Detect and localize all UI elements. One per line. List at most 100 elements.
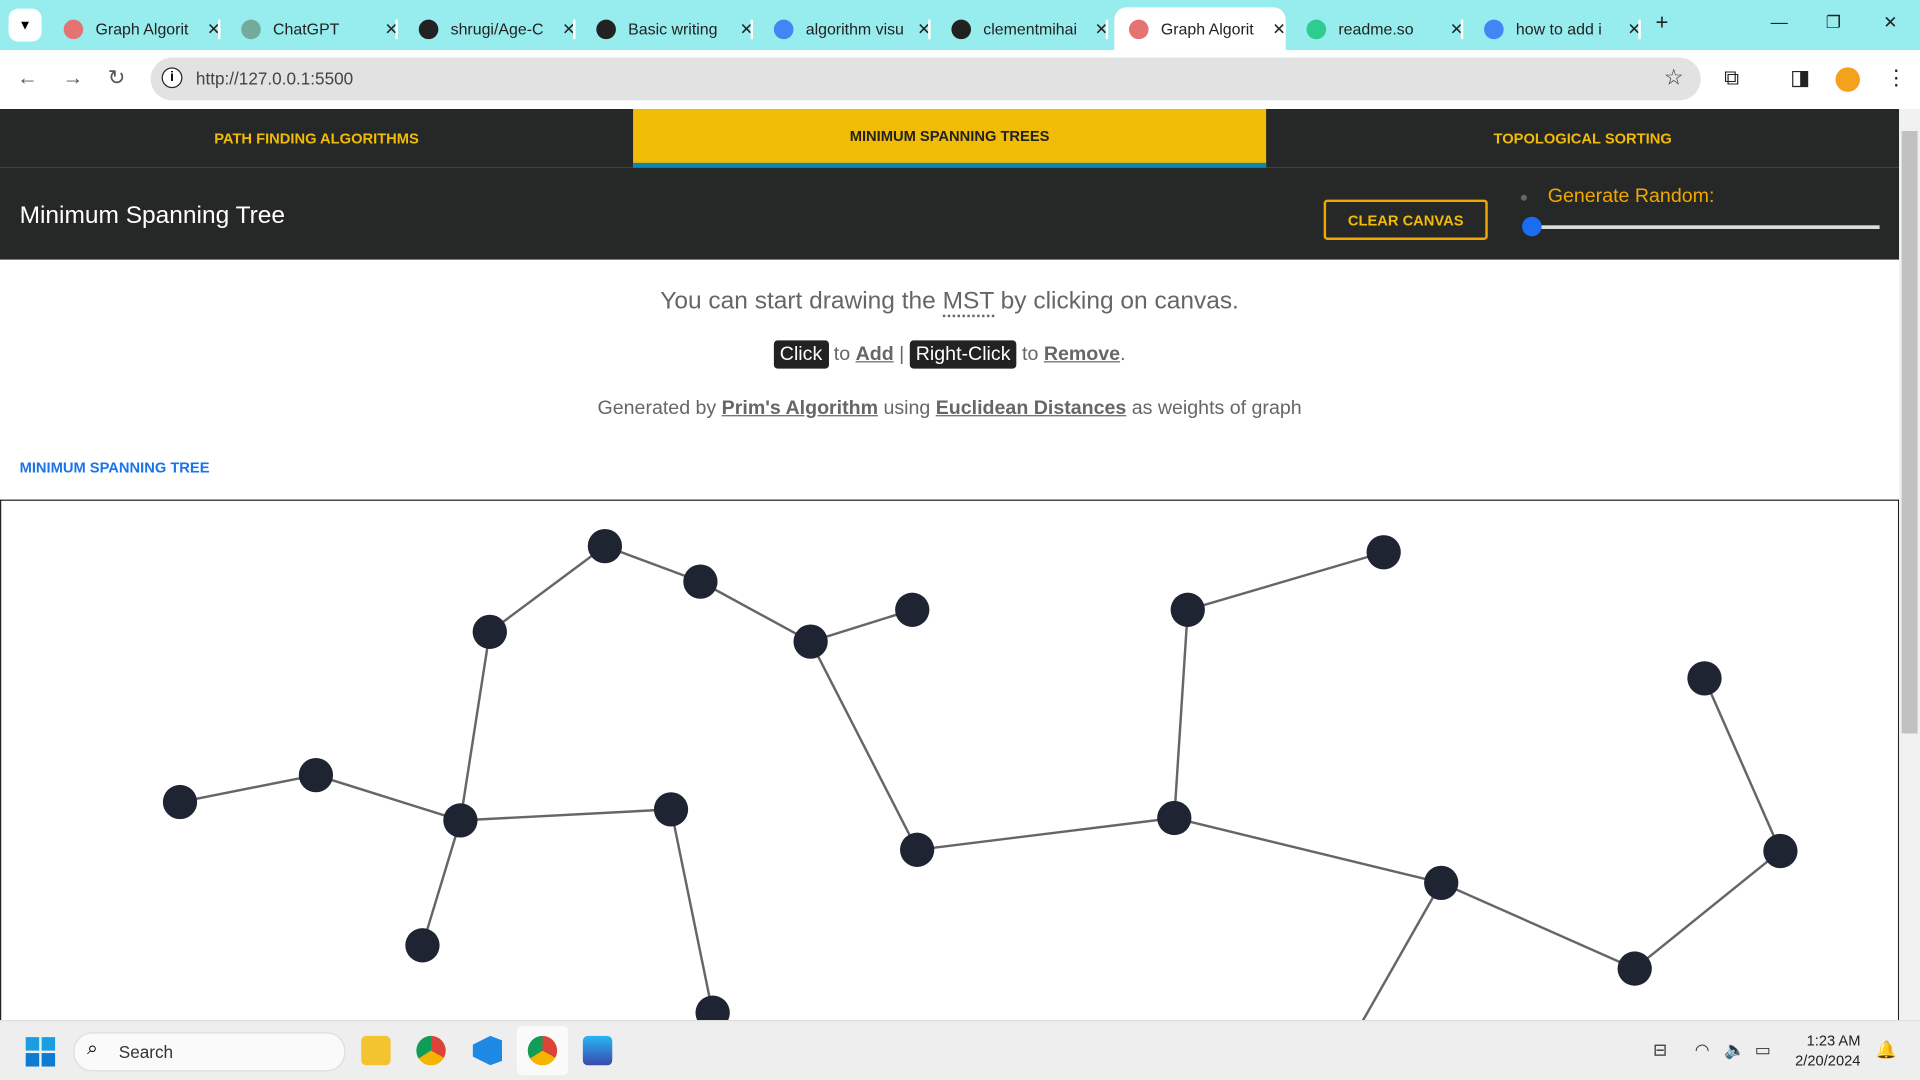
bookmark-star-icon[interactable]: ☆	[1664, 65, 1684, 91]
chevron-down-icon: ▼	[18, 17, 32, 33]
menu-kebab-icon[interactable]: ⋮	[1886, 66, 1907, 90]
graph-node[interactable]	[1366, 535, 1401, 570]
graph-edge	[1440, 881, 1636, 970]
side-panel-icon[interactable]: ◨	[1790, 66, 1810, 90]
add-link[interactable]: Add	[856, 344, 894, 365]
browser-tab[interactable]: Basic writing ✕	[582, 7, 754, 50]
volume-icon[interactable]: 🔈	[1724, 1040, 1745, 1061]
clock[interactable]: 1:23 AM 2/20/2024	[1795, 1031, 1860, 1070]
graph-node[interactable]	[1157, 800, 1192, 836]
graph-svg[interactable]	[1, 501, 1898, 1021]
slider-knob[interactable]	[1522, 216, 1542, 237]
site-info-icon[interactable]: i	[161, 67, 183, 89]
close-tab-icon[interactable]: ✕	[1272, 19, 1285, 39]
browser-tab[interactable]: clementmihai ✕	[937, 7, 1109, 50]
instructions-line: Click to Add | Right-Click to Remove.	[0, 340, 1899, 369]
reload-button[interactable]: ↻	[108, 66, 125, 90]
battery-icon[interactable]: ▭	[1755, 1040, 1771, 1061]
graph-edge	[315, 773, 461, 822]
graph-edge	[1173, 816, 1442, 885]
tab-favicon-icon	[418, 18, 439, 39]
graph-node[interactable]	[472, 614, 507, 649]
profile-avatar[interactable]	[1835, 67, 1861, 92]
back-button[interactable]: ←	[17, 66, 38, 90]
vscode-icon[interactable]	[472, 1035, 503, 1066]
graph-node[interactable]	[653, 792, 689, 827]
bullet-icon	[1520, 194, 1527, 201]
forward-button[interactable]: →	[62, 66, 83, 90]
url-bar[interactable]: i http://127.0.0.1:5500 ☆	[150, 57, 1701, 101]
chrome-icon[interactable]	[416, 1035, 446, 1066]
new-tab-button[interactable]: +	[1656, 10, 1669, 36]
nav-path-finding[interactable]: PATH FINDING ALGORITHMS	[0, 109, 633, 168]
browser-tab[interactable]: algorithm visu ✕	[759, 7, 931, 50]
graph-node[interactable]	[695, 995, 730, 1021]
text: using	[878, 397, 936, 419]
close-window-button[interactable]: ✕	[1883, 12, 1897, 33]
touchpad-icon[interactable]: ⊟	[1653, 1040, 1667, 1061]
graph-edge	[1703, 677, 1782, 852]
search-label: Search	[118, 1042, 174, 1062]
graph-node[interactable]	[405, 928, 440, 963]
page-scrollbar[interactable]	[1899, 108, 1920, 1021]
euclidean-distances-link[interactable]: Euclidean Distances	[936, 398, 1127, 419]
graph-node[interactable]	[900, 832, 935, 867]
page-title: Minimum Spanning Tree	[19, 202, 286, 229]
section-label: MINIMUM SPANNING TREE	[19, 459, 210, 477]
prims-algorithm-link[interactable]: Prim's Algorithm	[722, 398, 878, 419]
remove-link[interactable]: Remove	[1044, 344, 1120, 365]
graph-node[interactable]	[443, 803, 478, 838]
text: Generated by	[597, 397, 722, 419]
browser-tab[interactable]: shrugi/Age-C ✕	[404, 7, 576, 50]
tab-title: how to add i	[1515, 19, 1602, 38]
intro-text: by clicking on canvas.	[993, 287, 1239, 315]
generate-random-slider[interactable]	[1522, 216, 1880, 237]
graph-node[interactable]	[1763, 833, 1798, 869]
browser-tab[interactable]: readme.so ✕	[1292, 7, 1464, 50]
photos-icon[interactable]	[582, 1035, 613, 1066]
text: |	[893, 344, 910, 365]
nav-minimum-spanning-trees[interactable]: MINIMUM SPANNING TREES	[633, 108, 1267, 168]
tab-title: algorithm visu	[805, 19, 904, 38]
restore-button[interactable]: ❐	[1826, 12, 1841, 33]
browser-tab[interactable]: Graph Algorit ✕	[1114, 7, 1286, 51]
graph-edge	[1633, 850, 1782, 970]
url-text[interactable]: http://127.0.0.1:5500	[196, 69, 353, 89]
graph-node[interactable]	[298, 757, 334, 793]
browser-tab[interactable]: ChatGPT ✕	[227, 7, 398, 50]
graph-node[interactable]	[895, 592, 930, 627]
graph-node[interactable]	[1424, 865, 1459, 901]
tab-favicon-icon	[951, 18, 972, 39]
extensions-icon[interactable]: ⧉	[1724, 66, 1739, 90]
windows-start-icon[interactable]	[25, 1037, 56, 1067]
tab-title: Graph Algorit	[1160, 19, 1254, 38]
graph-node[interactable]	[162, 784, 198, 820]
taskbar-search[interactable]: ⌕ Search	[73, 1032, 346, 1072]
tab-search-button[interactable]: ▼	[8, 8, 42, 42]
nav-topological-sorting[interactable]: TOPOLOGICAL SORTING	[1266, 109, 1899, 168]
clear-canvas-button[interactable]: CLEAR CANVAS	[1323, 199, 1488, 241]
tab-favicon-icon	[1484, 18, 1504, 39]
graph-node[interactable]	[793, 624, 828, 659]
graph-node[interactable]	[683, 564, 718, 599]
mst-canvas[interactable]	[0, 499, 1900, 1021]
chrome-profile-icon[interactable]	[527, 1035, 558, 1066]
date: 2/20/2024	[1795, 1051, 1861, 1069]
graph-node[interactable]	[1170, 592, 1205, 627]
graph-edge	[421, 820, 462, 946]
notification-bell-icon[interactable]: 🔔	[1876, 1040, 1897, 1061]
tab-favicon-icon	[63, 18, 84, 39]
browser-tab[interactable]: Graph Algorit ✕	[49, 7, 221, 50]
wifi-icon[interactable]: ◠	[1695, 1040, 1710, 1061]
file-explorer-icon[interactable]	[361, 1035, 391, 1066]
graph-node[interactable]	[1687, 661, 1722, 696]
graph-node[interactable]	[587, 528, 623, 564]
browser-tab[interactable]: how to add i ✕	[1469, 7, 1641, 50]
intro-text: You can start drawing the	[660, 287, 943, 315]
tab-favicon-icon	[241, 18, 261, 39]
search-icon: ⌕	[86, 1038, 98, 1060]
scrollbar-thumb[interactable]	[1901, 131, 1918, 734]
minimize-button[interactable]: —	[1771, 12, 1788, 32]
graph-node[interactable]	[1617, 951, 1652, 986]
generate-random-label: Generate Random:	[1547, 186, 1715, 207]
